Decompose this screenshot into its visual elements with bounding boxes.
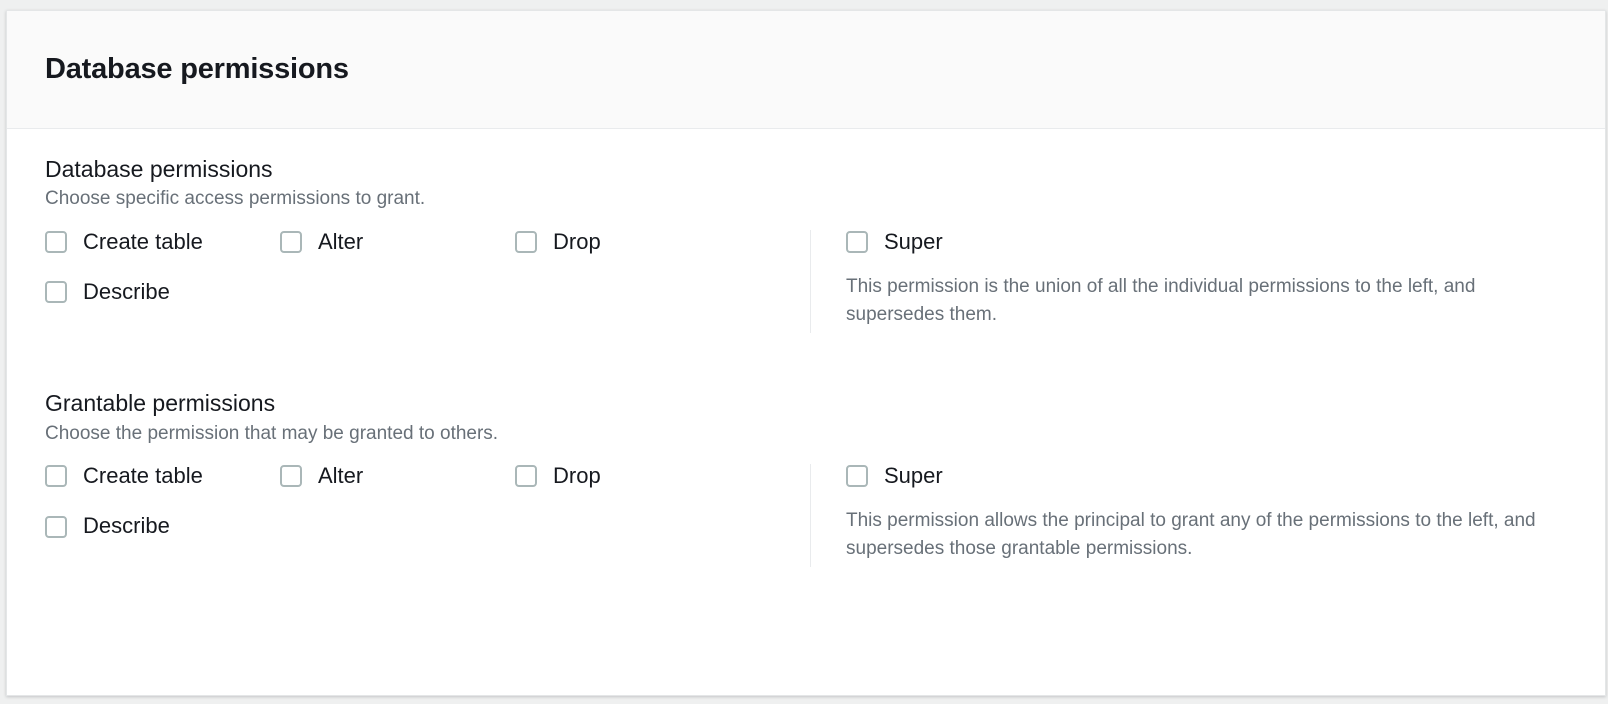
section-description: Choose specific access permissions to gr…: [45, 188, 426, 210]
individual-permissions-column: Create table Alter Drop Describe: [45, 464, 810, 567]
checkbox-create-table[interactable]: Create table: [45, 229, 280, 255]
permissions-row: Describe: [45, 280, 800, 304]
super-permission-hint: This permission allows the principal to …: [846, 510, 1536, 560]
section-description: Choose the permission that may be grante…: [45, 422, 499, 444]
permissions-columns: Create table Alter Drop Describe Super T…: [45, 229, 1567, 334]
checkbox-label: Drop: [553, 229, 601, 255]
super-row: Super: [846, 229, 1567, 255]
checkbox-box-icon[interactable]: [846, 465, 868, 488]
checkbox-grantable-alter[interactable]: Alter: [280, 464, 515, 488]
checkbox-super[interactable]: Super: [846, 229, 943, 255]
checkbox-label: Create table: [83, 463, 203, 489]
checkbox-grantable-drop[interactable]: Drop: [515, 464, 750, 488]
checkbox-label: Describe: [83, 279, 170, 305]
checkbox-box-icon[interactable]: [846, 231, 868, 254]
checkbox-alter[interactable]: Alter: [280, 229, 515, 255]
permissions-row: Create table Alter Drop: [45, 229, 800, 255]
checkbox-label: Drop: [553, 463, 601, 489]
section-heading: Database permissions: [45, 156, 273, 182]
individual-permissions-column: Create table Alter Drop Describe: [45, 229, 810, 333]
permissions-columns: Create table Alter Drop Describe Super T…: [45, 464, 1567, 568]
checkbox-label: Alter: [318, 463, 364, 489]
permissions-row: Create table Alter Drop: [45, 464, 800, 488]
checkbox-box-icon[interactable]: [45, 465, 67, 488]
checkbox-label: Super: [884, 229, 943, 255]
panel-body: Database permissions Choose specific acc…: [7, 129, 1605, 568]
checkbox-box-icon[interactable]: [515, 231, 537, 254]
super-permission-column: Super This permission allows the princip…: [810, 464, 1567, 568]
page-title: Database permissions: [45, 53, 349, 86]
super-permission-hint: This permission is the union of all the …: [846, 276, 1476, 326]
checkbox-describe[interactable]: Describe: [45, 280, 280, 304]
checkbox-box-icon[interactable]: [45, 281, 67, 304]
panel-header: Database permissions: [7, 11, 1605, 129]
checkbox-box-icon[interactable]: [45, 515, 67, 538]
super-permission-column: Super This permission is the union of al…: [810, 229, 1567, 334]
checkbox-box-icon[interactable]: [280, 465, 302, 488]
checkbox-box-icon[interactable]: [280, 231, 302, 254]
checkbox-label: Create table: [83, 229, 203, 255]
checkbox-label: Super: [884, 463, 943, 489]
checkbox-box-icon[interactable]: [45, 231, 67, 254]
section-heading: Grantable permissions: [45, 390, 276, 417]
section-grantable-permissions: Grantable permissions Choose the permiss…: [45, 389, 1567, 568]
checkbox-label: Describe: [83, 513, 170, 539]
database-permissions-panel: Database permissions Database permission…: [6, 10, 1606, 696]
checkbox-box-icon[interactable]: [515, 465, 537, 488]
permissions-row: Describe: [45, 514, 800, 538]
checkbox-grantable-create-table[interactable]: Create table: [45, 464, 280, 488]
checkbox-grantable-super[interactable]: Super: [846, 464, 943, 488]
section-database-permissions: Database permissions Choose specific acc…: [45, 155, 1567, 334]
checkbox-grantable-describe[interactable]: Describe: [45, 514, 280, 538]
super-row: Super: [846, 464, 1567, 488]
checkbox-drop[interactable]: Drop: [515, 229, 750, 255]
checkbox-label: Alter: [318, 229, 364, 255]
